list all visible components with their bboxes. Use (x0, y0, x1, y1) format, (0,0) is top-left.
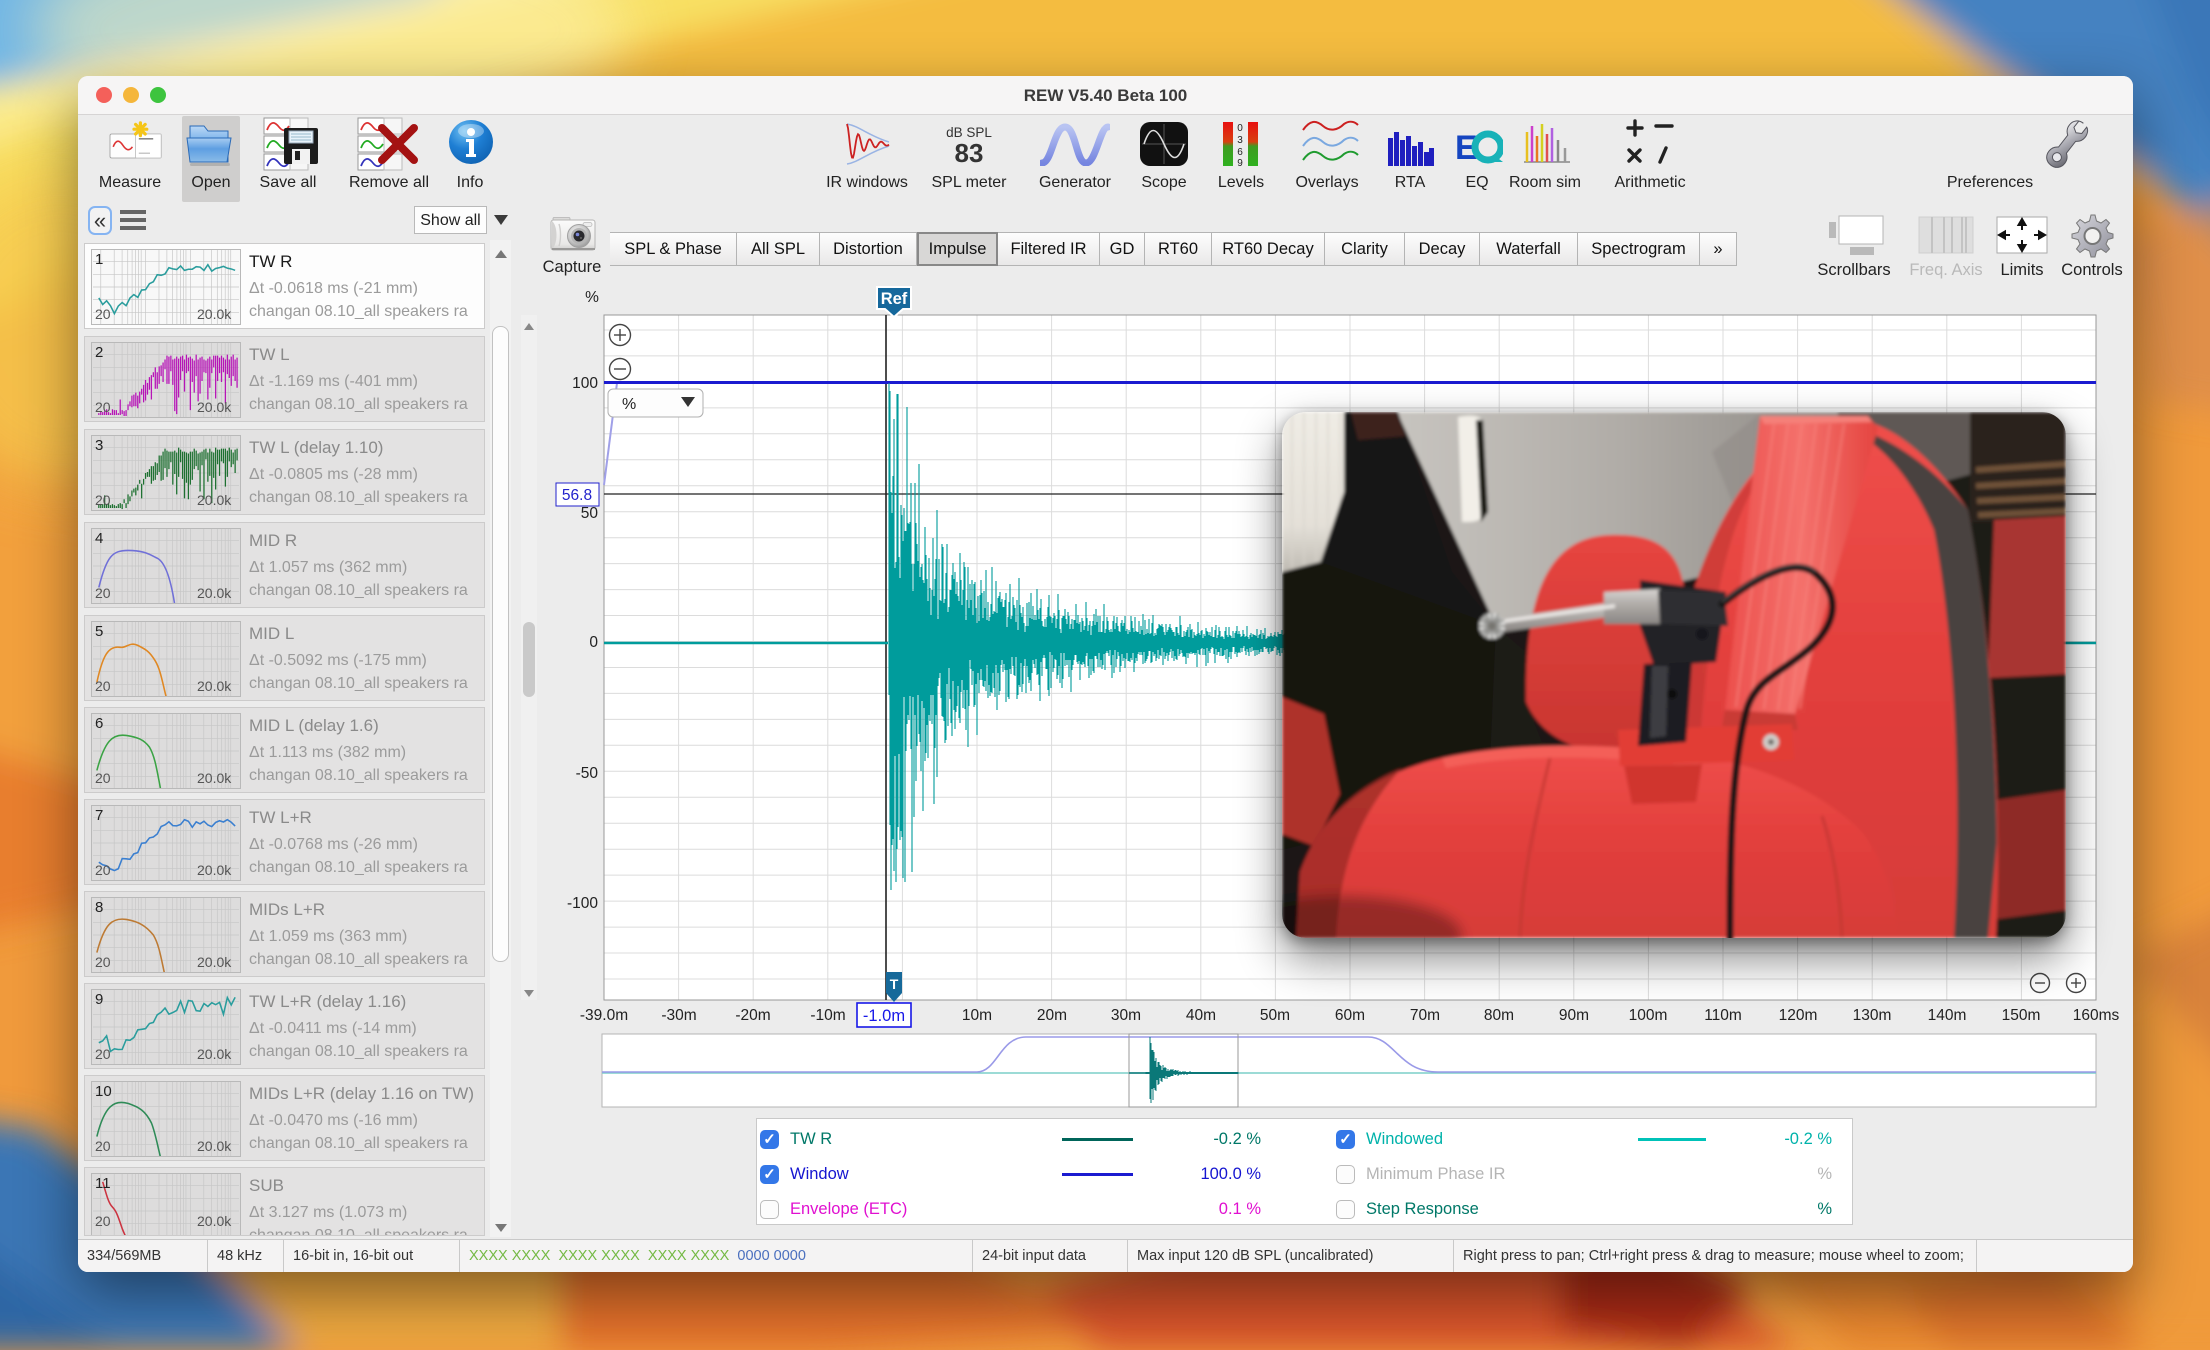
svg-text:-100: -100 (567, 895, 598, 912)
svg-text:100m: 100m (1629, 1007, 1668, 1024)
svg-text:50: 50 (581, 505, 599, 522)
svg-text:60m: 60m (1335, 1007, 1365, 1024)
svg-text:90m: 90m (1559, 1007, 1589, 1024)
svg-text:40m: 40m (1186, 1007, 1216, 1024)
svg-text:140m: 140m (1928, 1007, 1967, 1024)
svg-text:10m: 10m (962, 1007, 992, 1024)
svg-text:0: 0 (589, 634, 598, 651)
svg-text:T: T (890, 976, 899, 992)
svg-text:56.8: 56.8 (562, 487, 592, 504)
svg-text:%: % (622, 396, 636, 413)
svg-text:110m: 110m (1704, 1007, 1742, 1024)
svg-text:%: % (585, 289, 599, 306)
svg-text:-1.0m: -1.0m (863, 1007, 905, 1025)
svg-text:-10m: -10m (810, 1007, 845, 1024)
svg-text:-39.0m: -39.0m (580, 1007, 628, 1024)
svg-text:160ms: 160ms (2073, 1007, 2120, 1024)
svg-text:-50: -50 (576, 765, 599, 782)
svg-text:-20m: -20m (735, 1007, 770, 1024)
svg-text:130m: 130m (1853, 1007, 1892, 1024)
svg-text:50m: 50m (1260, 1007, 1290, 1024)
svg-text:-30m: -30m (661, 1007, 696, 1024)
svg-text:80m: 80m (1484, 1007, 1514, 1024)
svg-text:70m: 70m (1410, 1007, 1440, 1024)
svg-text:150m: 150m (2002, 1007, 2041, 1024)
svg-text:Ref: Ref (881, 290, 908, 308)
svg-text:100: 100 (572, 375, 598, 392)
svg-text:120m: 120m (1779, 1007, 1818, 1024)
svg-text:20m: 20m (1037, 1007, 1067, 1024)
svg-text:30m: 30m (1111, 1007, 1141, 1024)
